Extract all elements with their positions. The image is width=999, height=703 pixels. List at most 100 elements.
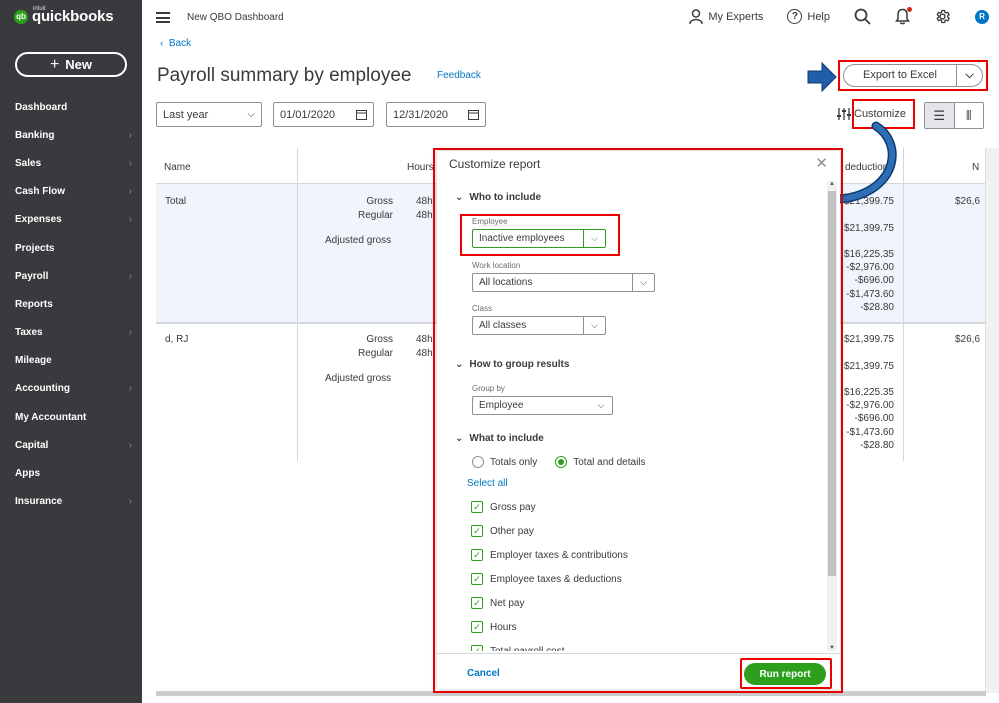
- total-and-details-radio[interactable]: [555, 456, 568, 468]
- checkbox-label: Employer taxes & contributions: [490, 549, 628, 561]
- sidebar-item-capital[interactable]: Capital ›: [0, 431, 142, 459]
- checkbox-label: Gross pay: [490, 501, 536, 513]
- sidebar-item-sales[interactable]: Sales ›: [0, 149, 142, 177]
- hamburger-menu-icon[interactable]: [156, 12, 170, 23]
- sidebar-item-payroll[interactable]: Payroll ›: [0, 262, 142, 290]
- cancel-button[interactable]: Cancel: [467, 668, 500, 679]
- row-name: d, RJ: [165, 334, 189, 345]
- chevron-down-icon: ⌄: [455, 433, 464, 444]
- adjusted-gross-label: Adjusted gross: [325, 235, 392, 246]
- sidebar-item-label: Banking: [15, 129, 55, 141]
- checkmark-icon[interactable]: ✓: [471, 525, 483, 537]
- sidebar-item-accounting[interactable]: Accounting ›: [0, 375, 142, 403]
- section-what-to-include[interactable]: ⌄ What to include: [455, 433, 544, 444]
- modal-title: Customize report: [449, 157, 541, 171]
- checkmark-icon[interactable]: ✓: [471, 573, 483, 585]
- chevron-right-icon: ›: [128, 157, 132, 169]
- sidebar-item-label: Reports: [15, 298, 53, 310]
- close-icon[interactable]: ✕: [815, 154, 828, 172]
- select-all-link[interactable]: Select all: [467, 478, 508, 489]
- chevron-down-icon: ⌵: [247, 109, 255, 120]
- sidebar-item-reports[interactable]: Reports: [0, 290, 142, 318]
- section-label: Who to include: [469, 192, 542, 203]
- help-link[interactable]: ? Help: [787, 9, 830, 24]
- sidebar-item-my-accountant[interactable]: My Accountant: [0, 403, 142, 431]
- sidebar-item-cash-flow[interactable]: Cash Flow ›: [0, 178, 142, 206]
- account-button[interactable]: R: [975, 9, 989, 24]
- checkmark-icon[interactable]: ✓: [471, 501, 483, 513]
- checkmark-icon[interactable]: ✓: [471, 549, 483, 561]
- list-view-icon[interactable]: ☰: [925, 103, 955, 128]
- period-value: Last year: [163, 108, 209, 121]
- work-location-select[interactable]: All locations ⌵: [472, 273, 655, 292]
- deduction-value: -$2,976.00: [846, 262, 894, 273]
- sidebar-item-label: Sales: [15, 157, 42, 169]
- work-location-value: All locations: [479, 277, 533, 288]
- class-select[interactable]: All classes ⌵: [472, 316, 606, 335]
- deduction-value: -$1,473.60: [846, 427, 894, 438]
- date-to-input[interactable]: 12/31/2020: [386, 102, 486, 127]
- include-net-pay-checkbox[interactable]: ✓ Net pay: [471, 597, 524, 609]
- checkbox-label: Employee taxes & deductions: [490, 573, 622, 585]
- adjusted-gross-label: Adjusted gross: [325, 373, 392, 384]
- new-button[interactable]: + New: [15, 52, 127, 77]
- scroll-up-icon[interactable]: ▲: [827, 181, 837, 187]
- checkmark-icon[interactable]: ✓: [471, 621, 483, 633]
- settings-button[interactable]: [934, 8, 951, 25]
- section-who-to-include[interactable]: ⌄ Who to include: [455, 192, 541, 203]
- back-label: Back: [168, 38, 192, 49]
- sidebar-item-dashboard[interactable]: Dashboard: [0, 93, 142, 121]
- section-how-to-group[interactable]: ⌄ How to group results: [455, 359, 569, 370]
- quickbooks-logo[interactable]: qb quickbooks: [14, 8, 114, 25]
- total-and-details-label: Total and details: [573, 456, 646, 468]
- regular-label: Regular: [357, 210, 393, 221]
- feedback-link[interactable]: Feedback: [437, 70, 481, 81]
- my-experts-label: My Experts: [708, 10, 764, 23]
- search-button[interactable]: [854, 8, 871, 25]
- back-link[interactable]: ‹ Back: [160, 38, 191, 49]
- include-employee-taxes-deductions-checkbox[interactable]: ✓ Employee taxes & deductions: [471, 573, 622, 585]
- group-by-select[interactable]: Employee ⌵: [472, 396, 613, 415]
- checkmark-icon[interactable]: ✓: [471, 645, 483, 651]
- gross-label: Gross: [366, 334, 393, 345]
- regular-label: Regular: [357, 348, 393, 359]
- checkbox-label: Total payroll cost: [490, 645, 565, 652]
- sidebar-item-mileage[interactable]: Mileage: [0, 347, 142, 375]
- report-period-select[interactable]: Last year ⌵: [156, 102, 262, 127]
- modal-scrollbar[interactable]: ▲ ▼: [827, 181, 837, 651]
- qb-logo-icon: qb: [14, 9, 28, 24]
- date-from-input[interactable]: 01/01/2020: [273, 102, 374, 127]
- sidebar-item-label: My Accountant: [15, 411, 87, 423]
- sidebar-item-insurance[interactable]: Insurance ›: [0, 488, 142, 516]
- deduction-value: -$1,473.60: [846, 289, 894, 300]
- include-other-pay-checkbox[interactable]: ✓ Other pay: [471, 525, 534, 537]
- deduction-value: -$696.00: [854, 275, 894, 286]
- sidebar-item-apps[interactable]: Apps: [0, 459, 142, 487]
- work-location-label: Work location: [472, 261, 521, 270]
- include-total-payroll-cost-checkbox[interactable]: ✓ Total payroll cost: [471, 645, 564, 651]
- notification-dot: [907, 7, 912, 12]
- sidebar-item-taxes[interactable]: Taxes ›: [0, 319, 142, 347]
- column-divider: [297, 148, 298, 461]
- chevron-down-icon[interactable]: ⌵: [957, 69, 982, 82]
- checkmark-icon[interactable]: ✓: [471, 597, 483, 609]
- chevron-right-icon: ›: [128, 327, 132, 339]
- net-value: $26,6: [955, 334, 981, 345]
- avatar: R: [975, 9, 989, 24]
- sidebar-item-banking[interactable]: Banking ›: [0, 121, 142, 149]
- sidebar-item-projects[interactable]: Projects: [0, 234, 142, 262]
- scroll-thumb[interactable]: [828, 191, 836, 576]
- sidebar-item-expenses[interactable]: Expenses ›: [0, 206, 142, 234]
- chevron-down-icon: ⌵: [632, 274, 654, 291]
- columns-view-icon[interactable]: ⦀: [955, 103, 984, 128]
- my-experts-link[interactable]: My Experts: [689, 8, 764, 25]
- scroll-down-icon[interactable]: ▼: [827, 645, 837, 651]
- group-by-value: Employee: [479, 400, 524, 411]
- include-employer-taxes-contributions-checkbox[interactable]: ✓ Employer taxes & contributions: [471, 549, 628, 561]
- notifications-button[interactable]: [895, 7, 912, 25]
- page-scrollbar[interactable]: [985, 148, 999, 693]
- export-to-excel-button[interactable]: Export to Excel ⌵: [843, 64, 983, 87]
- totals-only-radio[interactable]: [472, 456, 484, 468]
- include-hours-checkbox[interactable]: ✓ Hours: [471, 621, 517, 633]
- include-gross-pay-checkbox[interactable]: ✓ Gross pay: [471, 501, 536, 513]
